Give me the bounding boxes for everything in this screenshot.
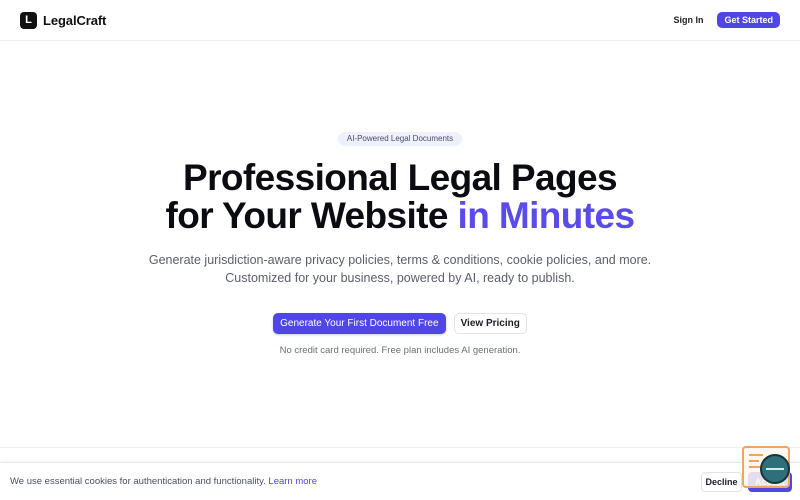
decline-cookies-button[interactable]: Decline bbox=[701, 472, 742, 492]
page: L LegalCraft Sign In Get Started AI-Powe… bbox=[0, 0, 800, 500]
hero-title-line2: for Your Website bbox=[165, 195, 458, 236]
nav-actions: Sign In Get Started bbox=[673, 12, 780, 28]
cookie-message: We use essential cookies for authenticat… bbox=[10, 476, 269, 487]
hero-badge: AI-Powered Legal Documents bbox=[338, 132, 462, 146]
brand-link[interactable]: L LegalCraft bbox=[20, 11, 107, 29]
learn-more-link[interactable]: Learn more bbox=[268, 476, 317, 487]
chat-bubble-bar bbox=[766, 468, 784, 470]
brand-name: LegalCraft bbox=[43, 12, 107, 28]
hero-subtitle-line1: Generate jurisdiction-aware privacy poli… bbox=[148, 253, 652, 267]
hero-cta-row: Generate Your First Document Free View P… bbox=[0, 313, 800, 334]
section-divider bbox=[0, 447, 800, 448]
hero-note: No credit card required. Free plan inclu… bbox=[279, 345, 521, 356]
hero-title-accent: in Minutes bbox=[457, 195, 636, 236]
chat-bubble-icon[interactable] bbox=[760, 454, 790, 484]
get-started-button[interactable]: Get Started bbox=[717, 12, 780, 28]
cookie-banner: We use essential cookies for authenticat… bbox=[0, 462, 800, 500]
view-pricing-button[interactable]: View Pricing bbox=[453, 313, 527, 334]
top-nav: L LegalCraft Sign In Get Started bbox=[0, 0, 800, 41]
hero-subtitle-line2: Customized for your business, powered by… bbox=[225, 271, 575, 285]
generate-document-button[interactable]: Generate Your First Document Free bbox=[273, 313, 446, 334]
sign-in-link[interactable]: Sign In bbox=[673, 15, 703, 25]
hero-title: Professional Legal Pages for Your Websit… bbox=[0, 159, 800, 235]
cookie-text: We use essential cookies for authenticat… bbox=[10, 476, 317, 487]
logo-icon: L bbox=[20, 11, 37, 29]
hero-title-line1: Professional Legal Pages bbox=[183, 157, 617, 198]
hero-subtitle: Generate jurisdiction-aware privacy poli… bbox=[0, 251, 800, 287]
